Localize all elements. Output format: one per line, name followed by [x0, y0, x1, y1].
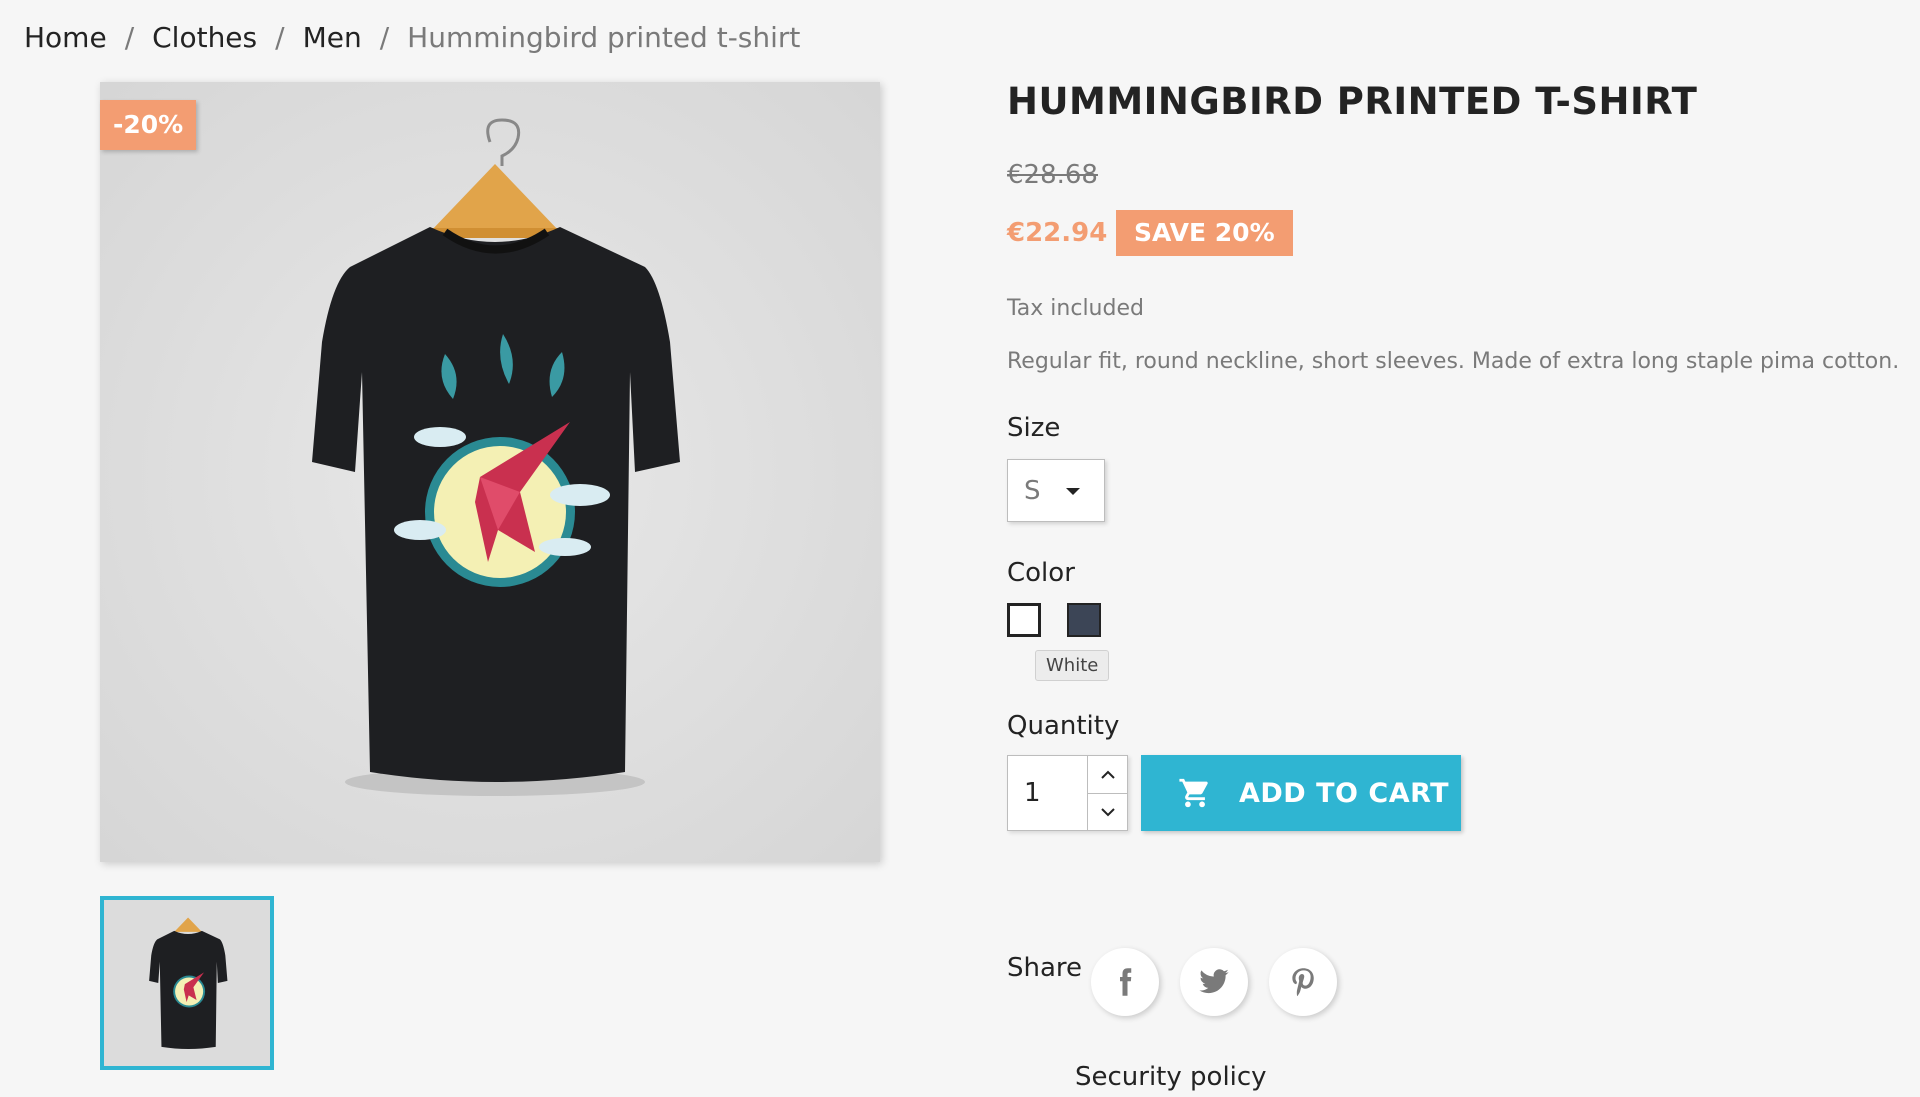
product-page: Home / Clothes / Men / Hummingbird print…: [0, 0, 1920, 1097]
tshirt-thumbnail-icon: [104, 900, 270, 1066]
color-swatch-white[interactable]: [1007, 603, 1041, 637]
quantity-stepper: 1: [1007, 755, 1128, 831]
breadcrumb-men[interactable]: Men: [303, 18, 362, 58]
breadcrumb-current: Hummingbird printed t-shirt: [407, 21, 801, 54]
share-label: Share: [1007, 953, 1083, 983]
quantity-label: Quantity: [1007, 711, 1120, 741]
regular-price: €28.68: [1007, 160, 1098, 190]
product-description: Regular fit, round neckline, short sleev…: [1007, 349, 1900, 374]
chevron-up-icon: [1100, 770, 1115, 779]
breadcrumb-separator: /: [275, 21, 285, 54]
chevron-down-icon: [1100, 807, 1115, 816]
shopping-cart-icon: [1177, 776, 1213, 810]
product-cover-image[interactable]: [100, 82, 880, 862]
color-tooltip: White: [1035, 650, 1110, 681]
twitter-icon: [1199, 969, 1229, 994]
pinterest-share-button[interactable]: [1269, 948, 1337, 1016]
quantity-increase-button[interactable]: [1088, 756, 1127, 794]
facebook-share-button[interactable]: [1091, 948, 1159, 1016]
size-label: Size: [1007, 413, 1061, 443]
breadcrumb: Home / Clothes / Men / Hummingbird print…: [24, 18, 800, 58]
save-badge: SAVE 20%: [1116, 210, 1293, 256]
current-price: €22.94: [1007, 218, 1108, 248]
quantity-input[interactable]: 1: [1008, 756, 1088, 830]
product-thumbnail[interactable]: [100, 896, 274, 1070]
add-to-cart-label: ADD TO CART: [1239, 777, 1450, 809]
tshirt-image-icon: [100, 82, 880, 862]
discount-flag: -20%: [100, 100, 197, 150]
tax-label: Tax included: [1007, 296, 1144, 321]
color-label: Color: [1007, 558, 1075, 588]
twitter-share-button[interactable]: [1180, 948, 1248, 1016]
add-to-cart-button[interactable]: ADD TO CART: [1141, 755, 1461, 831]
breadcrumb-separator: /: [124, 21, 135, 54]
breadcrumb-home[interactable]: Home: [24, 18, 107, 58]
breadcrumb-separator: /: [379, 21, 390, 54]
security-policy-heading: Security policy: [1075, 1062, 1267, 1092]
pinterest-icon: [1292, 968, 1314, 997]
caret-down-icon: [1066, 488, 1080, 495]
facebook-icon: [1120, 968, 1132, 996]
product-title: HUMMINGBIRD PRINTED T-SHIRT: [1007, 80, 1698, 123]
color-swatch-black[interactable]: [1067, 603, 1101, 637]
size-selected-value: S: [1024, 475, 1041, 506]
breadcrumb-clothes[interactable]: Clothes: [152, 18, 257, 58]
size-select[interactable]: S: [1007, 459, 1105, 522]
quantity-decrease-button[interactable]: [1088, 793, 1127, 830]
